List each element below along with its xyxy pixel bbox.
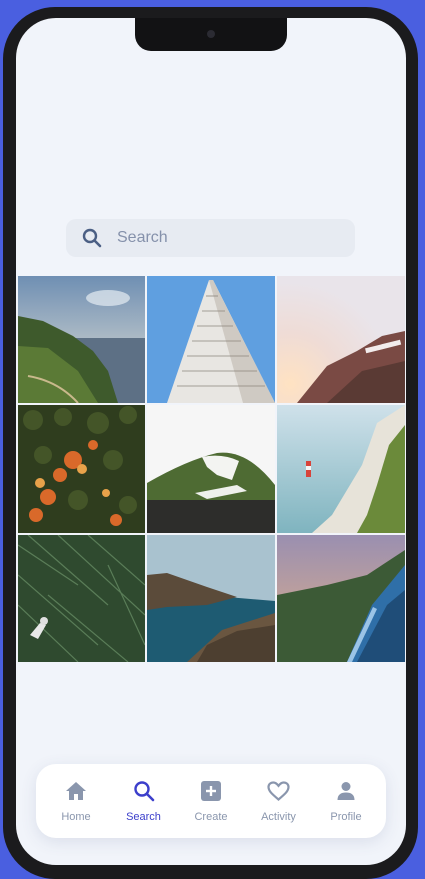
search-bar[interactable] (66, 219, 355, 257)
heart-icon (267, 779, 291, 803)
tab-bar: Home Search Create Activity Profile (36, 764, 386, 838)
photo-tile[interactable] (18, 535, 145, 662)
photo-grid (18, 276, 406, 662)
screen: Home Search (16, 18, 406, 865)
search-input[interactable] (115, 228, 329, 248)
tab-create-label: Create (194, 811, 228, 823)
skyscraper-photo (147, 276, 275, 403)
photo-tile[interactable] (147, 535, 275, 662)
photo-tile[interactable] (18, 276, 145, 403)
tab-home[interactable]: Home (46, 779, 106, 823)
photo-tile[interactable] (277, 405, 405, 533)
tab-search-label: Search (126, 811, 161, 823)
tab-profile[interactable]: Profile (316, 779, 376, 823)
notch (135, 18, 287, 51)
photo-tile[interactable] (147, 405, 275, 533)
photo-tile[interactable] (18, 405, 145, 533)
tab-activity-label: Activity (261, 811, 296, 823)
plus-square-icon (199, 779, 223, 803)
phone-frame: Home Search (3, 7, 418, 879)
coastal-cliffs-photo (18, 276, 145, 403)
photo-tile[interactable] (147, 276, 275, 403)
snowy-hill-photo (147, 405, 275, 533)
tab-search[interactable]: Search (114, 779, 174, 823)
tab-activity[interactable]: Activity (249, 779, 309, 823)
tab-home-label: Home (61, 811, 91, 823)
search-icon (132, 779, 156, 803)
grass-person-photo (18, 535, 145, 662)
rocky-coast-photo (147, 535, 275, 662)
hollywood-hills-photo (277, 276, 405, 403)
tab-profile-label: Profile (330, 811, 362, 823)
search-icon (82, 228, 102, 248)
person-icon (334, 779, 358, 803)
camera-icon (207, 30, 215, 38)
photo-tile[interactable] (277, 276, 405, 403)
tab-create[interactable]: Create (181, 779, 241, 823)
coastal-road-photo (277, 535, 405, 662)
photo-tile[interactable] (277, 535, 405, 662)
home-icon (64, 779, 88, 803)
autumn-forest-photo (18, 405, 145, 533)
lighthouse-cliffs-photo (277, 405, 405, 533)
